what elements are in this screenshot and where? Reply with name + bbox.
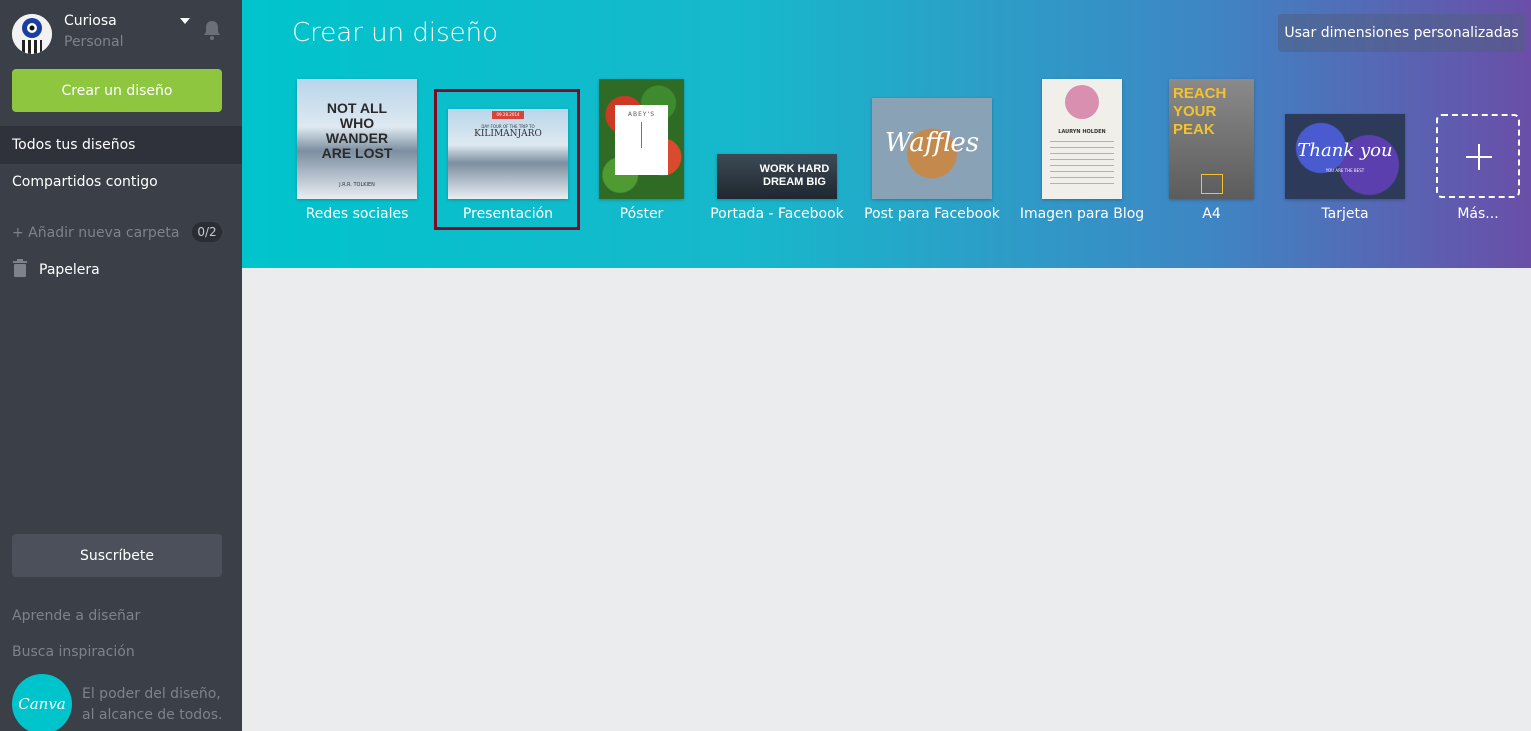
template-label: Póster [619, 206, 664, 222]
template-thumbnail: Waffles [872, 98, 992, 199]
thumbnail-text: KILIMANJARO [474, 129, 542, 139]
template-thumbnail: LAURYN HOLDEN [1042, 79, 1122, 199]
thumbnail-text: REACH YOUR PEAK [1173, 85, 1227, 138]
thumbnail-text: Waffles [884, 128, 980, 158]
nav-trash-label: Papelera [39, 262, 100, 278]
banner-title: Crear un diseño [292, 18, 499, 48]
user-plan: Personal [64, 34, 124, 50]
create-design-banner: Crear un diseño Usar dimensiones persona… [242, 0, 1531, 268]
thumbnail-badge [1201, 174, 1223, 194]
template-blog-image[interactable]: LAURYN HOLDEN Imagen para Blog [1020, 79, 1144, 229]
canva-logo[interactable]: Canva [12, 674, 72, 731]
nav-all-designs[interactable]: Todos tus diseños [0, 126, 256, 164]
template-label: A4 [1202, 206, 1221, 222]
nav-shared-with-you[interactable]: Compartidos contigo [12, 174, 158, 190]
thumbnail-photo [1065, 85, 1099, 119]
template-social-media[interactable]: NOT ALL WHO WANDER ARE LOST J.R.R. TOLKI… [297, 79, 417, 229]
thumbnail-text: NOT ALL WHO WANDER ARE LOST [321, 100, 393, 161]
template-card[interactable]: Thank you YOU ARE THE BEST Tarjeta [1285, 114, 1405, 229]
thumbnail-text: WORK HARD DREAM BIG [759, 163, 830, 188]
thumbnail-date: 09.28.2014 [492, 111, 524, 119]
user-name: Curiosa [64, 13, 117, 29]
thumbnail-text: LAURYN HOLDEN [1058, 129, 1106, 135]
template-presentation[interactable]: 09.28.2014 DAY FOUR OF THE TRIP TO KILIM… [448, 109, 568, 229]
add-folder-button[interactable]: + Añadir nueva carpeta [12, 225, 179, 241]
thumbnail-text: Thank you [1297, 140, 1393, 161]
learn-design-link[interactable]: Aprende a diseñar [12, 608, 140, 624]
poster-rule [641, 122, 642, 148]
nav-trash[interactable]: Papelera [12, 259, 100, 281]
tagline-line-2: al alcance de todos. [82, 707, 223, 723]
template-label: Post para Facebook [864, 206, 1000, 222]
find-inspiration-link[interactable]: Busca inspiración [12, 644, 135, 660]
template-a4[interactable]: REACH YOUR PEAK A4 [1169, 79, 1254, 229]
tagline: El poder del diseño, al alcance de todos… [82, 684, 223, 726]
template-facebook-post[interactable]: Waffles Post para Facebook [864, 98, 1000, 229]
plus-icon[interactable] [1436, 114, 1520, 198]
template-thumbnail: ABEY'S [599, 79, 684, 199]
folder-count-badge: 0/2 [192, 222, 222, 242]
template-label: Imagen para Blog [1019, 206, 1145, 222]
template-facebook-cover[interactable]: WORK HARD DREAM BIG Portada - Facebook [710, 154, 844, 229]
thumbnail-text: ABEY'S [627, 111, 656, 118]
sidebar: Curiosa Personal Crear un diseño Todos t… [0, 0, 256, 731]
template-thumbnail: NOT ALL WHO WANDER ARE LOST J.R.R. TOLKI… [297, 79, 417, 199]
subscribe-button[interactable]: Suscríbete [12, 534, 222, 577]
template-label: Presentación [462, 206, 554, 222]
thumbnail-subtext: YOU ARE THE BEST [1325, 168, 1365, 173]
designs-area [242, 268, 1531, 731]
template-thumbnail: Thank you YOU ARE THE BEST [1285, 114, 1405, 199]
thumbnail-subtext: J.R.R. TOLKIEN [339, 182, 375, 188]
template-label: Tarjeta [1321, 206, 1369, 222]
nav-all-designs-label: Todos tus diseños [12, 137, 136, 153]
trash-icon [12, 259, 28, 281]
template-label: Redes sociales [305, 206, 409, 222]
create-design-button[interactable]: Crear un diseño [12, 69, 222, 112]
bell-icon[interactable] [200, 18, 224, 42]
template-poster[interactable]: ABEY'S Póster [599, 79, 684, 229]
avatar[interactable] [12, 14, 52, 54]
template-thumbnail: REACH YOUR PEAK [1169, 79, 1254, 199]
tagline-line-1: El poder del diseño, [82, 686, 221, 702]
template-thumbnail: 09.28.2014 DAY FOUR OF THE TRIP TO KILIM… [448, 109, 568, 199]
custom-dimensions-button[interactable]: Usar dimensiones personalizadas [1278, 14, 1525, 52]
chevron-down-icon[interactable] [180, 18, 190, 24]
template-thumbnail: WORK HARD DREAM BIG [717, 154, 837, 199]
template-label: Más... [1457, 206, 1499, 222]
poster-card: ABEY'S [615, 105, 668, 175]
template-label: Portada - Facebook [710, 206, 844, 222]
thumbnail-lines [1050, 141, 1114, 187]
